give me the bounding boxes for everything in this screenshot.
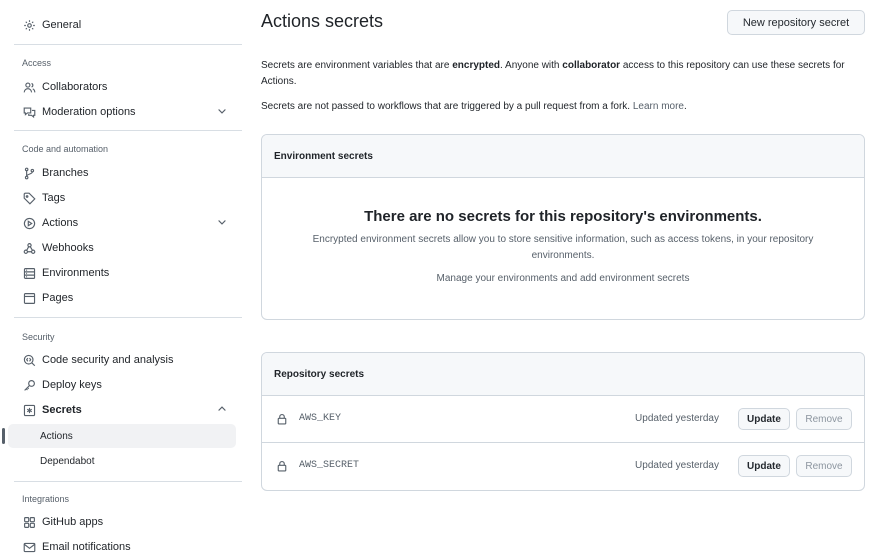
sidebar-item-github-apps[interactable]: GitHub apps [8, 510, 236, 534]
sidebar-item-label: Code security and analysis [42, 354, 174, 366]
secret-updated: Updated yesterday [635, 460, 719, 471]
desc-text: . Anyone with [500, 60, 563, 71]
chevron-down-icon[interactable] [216, 216, 228, 228]
page-title: Actions secrets [261, 11, 384, 31]
blank-slate-description: Encrypted environment secrets allow you … [312, 234, 814, 261]
lock-icon [276, 460, 288, 472]
environment-secrets-header: Environment secrets [262, 135, 864, 178]
fork-note: Secrets are not passed to workflows that… [261, 99, 851, 115]
people-icon [22, 80, 36, 94]
sidebar-item-environments[interactable]: Environments [8, 261, 236, 285]
sidebar-item-email-notifications[interactable]: Email notifications [8, 535, 236, 556]
comment-discussion-icon [22, 105, 36, 119]
sidebar-item-moderation[interactable]: Moderation options [8, 100, 236, 124]
webhook-icon [22, 241, 36, 255]
sidebar-item-secrets[interactable]: Secrets [8, 398, 236, 422]
new-repository-secret-button[interactable]: New repository secret [727, 10, 865, 35]
desc-text: Secrets are not passed to workflows that… [261, 101, 633, 112]
sidebar-item-actions[interactable]: Actions [8, 211, 236, 235]
desc-emphasis: collaborator [562, 60, 621, 71]
desc-text: . [684, 101, 687, 112]
sidebar-item-label: Moderation options [42, 106, 136, 118]
sidebar-item-label: GitHub apps [42, 516, 104, 528]
sidebar-item-label: Branches [42, 167, 89, 179]
sidebar-item-label: Environments [42, 267, 110, 279]
blank-slate: There are no secrets for this repository… [262, 178, 864, 319]
server-icon [22, 266, 36, 280]
sidebar-item-label: Pages [42, 292, 74, 304]
apps-icon [22, 515, 36, 529]
sidebar-item-label: Collaborators [42, 81, 108, 93]
sidebar-item-deploy-keys[interactable]: Deploy keys [8, 373, 236, 397]
sidebar-item-tags[interactable]: Tags [8, 186, 236, 210]
sidebar-divider [14, 481, 242, 482]
sidebar-item-label: Webhooks [42, 242, 94, 254]
sidebar-divider [14, 130, 242, 131]
manage-environments-link[interactable]: Manage your environments and add environ… [262, 273, 864, 284]
sidebar-item-label: Email notifications [42, 541, 131, 553]
key-asterisk-icon [22, 403, 36, 417]
tag-icon [22, 191, 36, 205]
sidebar-item-code-security[interactable]: Code security and analysis [8, 348, 236, 372]
section-label-integrations: Integrations [22, 494, 70, 504]
lock-icon [276, 413, 288, 425]
sidebar-item-pages[interactable]: Pages [8, 286, 236, 310]
blank-slate-title: There are no secrets for this repository… [364, 208, 762, 225]
desc-emphasis: encrypted [452, 60, 501, 71]
sidebar-subitem-dependabot[interactable]: Dependabot [8, 449, 236, 473]
play-icon [22, 216, 36, 230]
sidebar-item-branches[interactable]: Branches [8, 161, 236, 185]
codescan-icon [22, 353, 36, 367]
secrets-description: Secrets are environment variables that a… [261, 58, 851, 90]
learn-more-link[interactable]: Learn more [633, 101, 684, 112]
secret-row: AWS_KEY Updated yesterday Update Remove [262, 396, 864, 443]
sidebar-item-label: General [42, 19, 82, 31]
chevron-up-icon[interactable] [216, 403, 228, 415]
environment-secrets-box: Environment secrets There are no secrets… [261, 134, 865, 320]
remove-button[interactable]: Remove [796, 455, 852, 477]
chevron-down-icon[interactable] [216, 105, 228, 117]
desc-text: Secrets are environment variables that a… [261, 60, 453, 71]
secret-updated: Updated yesterday [635, 413, 719, 424]
git-branch-icon [22, 166, 36, 180]
sidebar-divider [14, 44, 242, 45]
update-button[interactable]: Update [738, 455, 790, 477]
section-label-code: Code and automation [22, 144, 109, 154]
repository-secrets-box: Repository secrets AWS_KEY Updated yeste… [261, 352, 865, 491]
main-content: Actions secrets New repository secret Se… [261, 0, 865, 556]
sidebar-item-label: Actions [42, 217, 79, 229]
section-label-security: Security [22, 332, 55, 342]
sidebar-item-label: Deploy keys [42, 379, 102, 391]
mail-icon [22, 540, 36, 554]
key-icon [22, 378, 36, 392]
repository-secrets-header: Repository secrets [262, 353, 864, 396]
sidebar-item-collaborators[interactable]: Collaborators [8, 75, 236, 99]
sidebar-item-label: Tags [42, 192, 66, 204]
sidebar-item-label: Secrets [42, 404, 82, 416]
browser-icon [22, 291, 36, 305]
secret-name: AWS_KEY [299, 413, 342, 424]
gear-icon [22, 18, 36, 32]
section-label-access: Access [22, 58, 52, 68]
sidebar-item-webhooks[interactable]: Webhooks [8, 236, 236, 260]
sidebar-divider [14, 317, 242, 318]
remove-button[interactable]: Remove [796, 408, 852, 430]
settings-sidebar: General Access Collaborators Moderation … [0, 0, 244, 556]
update-button[interactable]: Update [738, 408, 790, 430]
sidebar-item-general[interactable]: General [8, 13, 236, 37]
secret-row: AWS_SECRET Updated yesterday Update Remo… [262, 443, 864, 490]
secret-name: AWS_SECRET [299, 460, 360, 471]
sidebar-subitem-actions[interactable]: Actions [2, 424, 236, 448]
